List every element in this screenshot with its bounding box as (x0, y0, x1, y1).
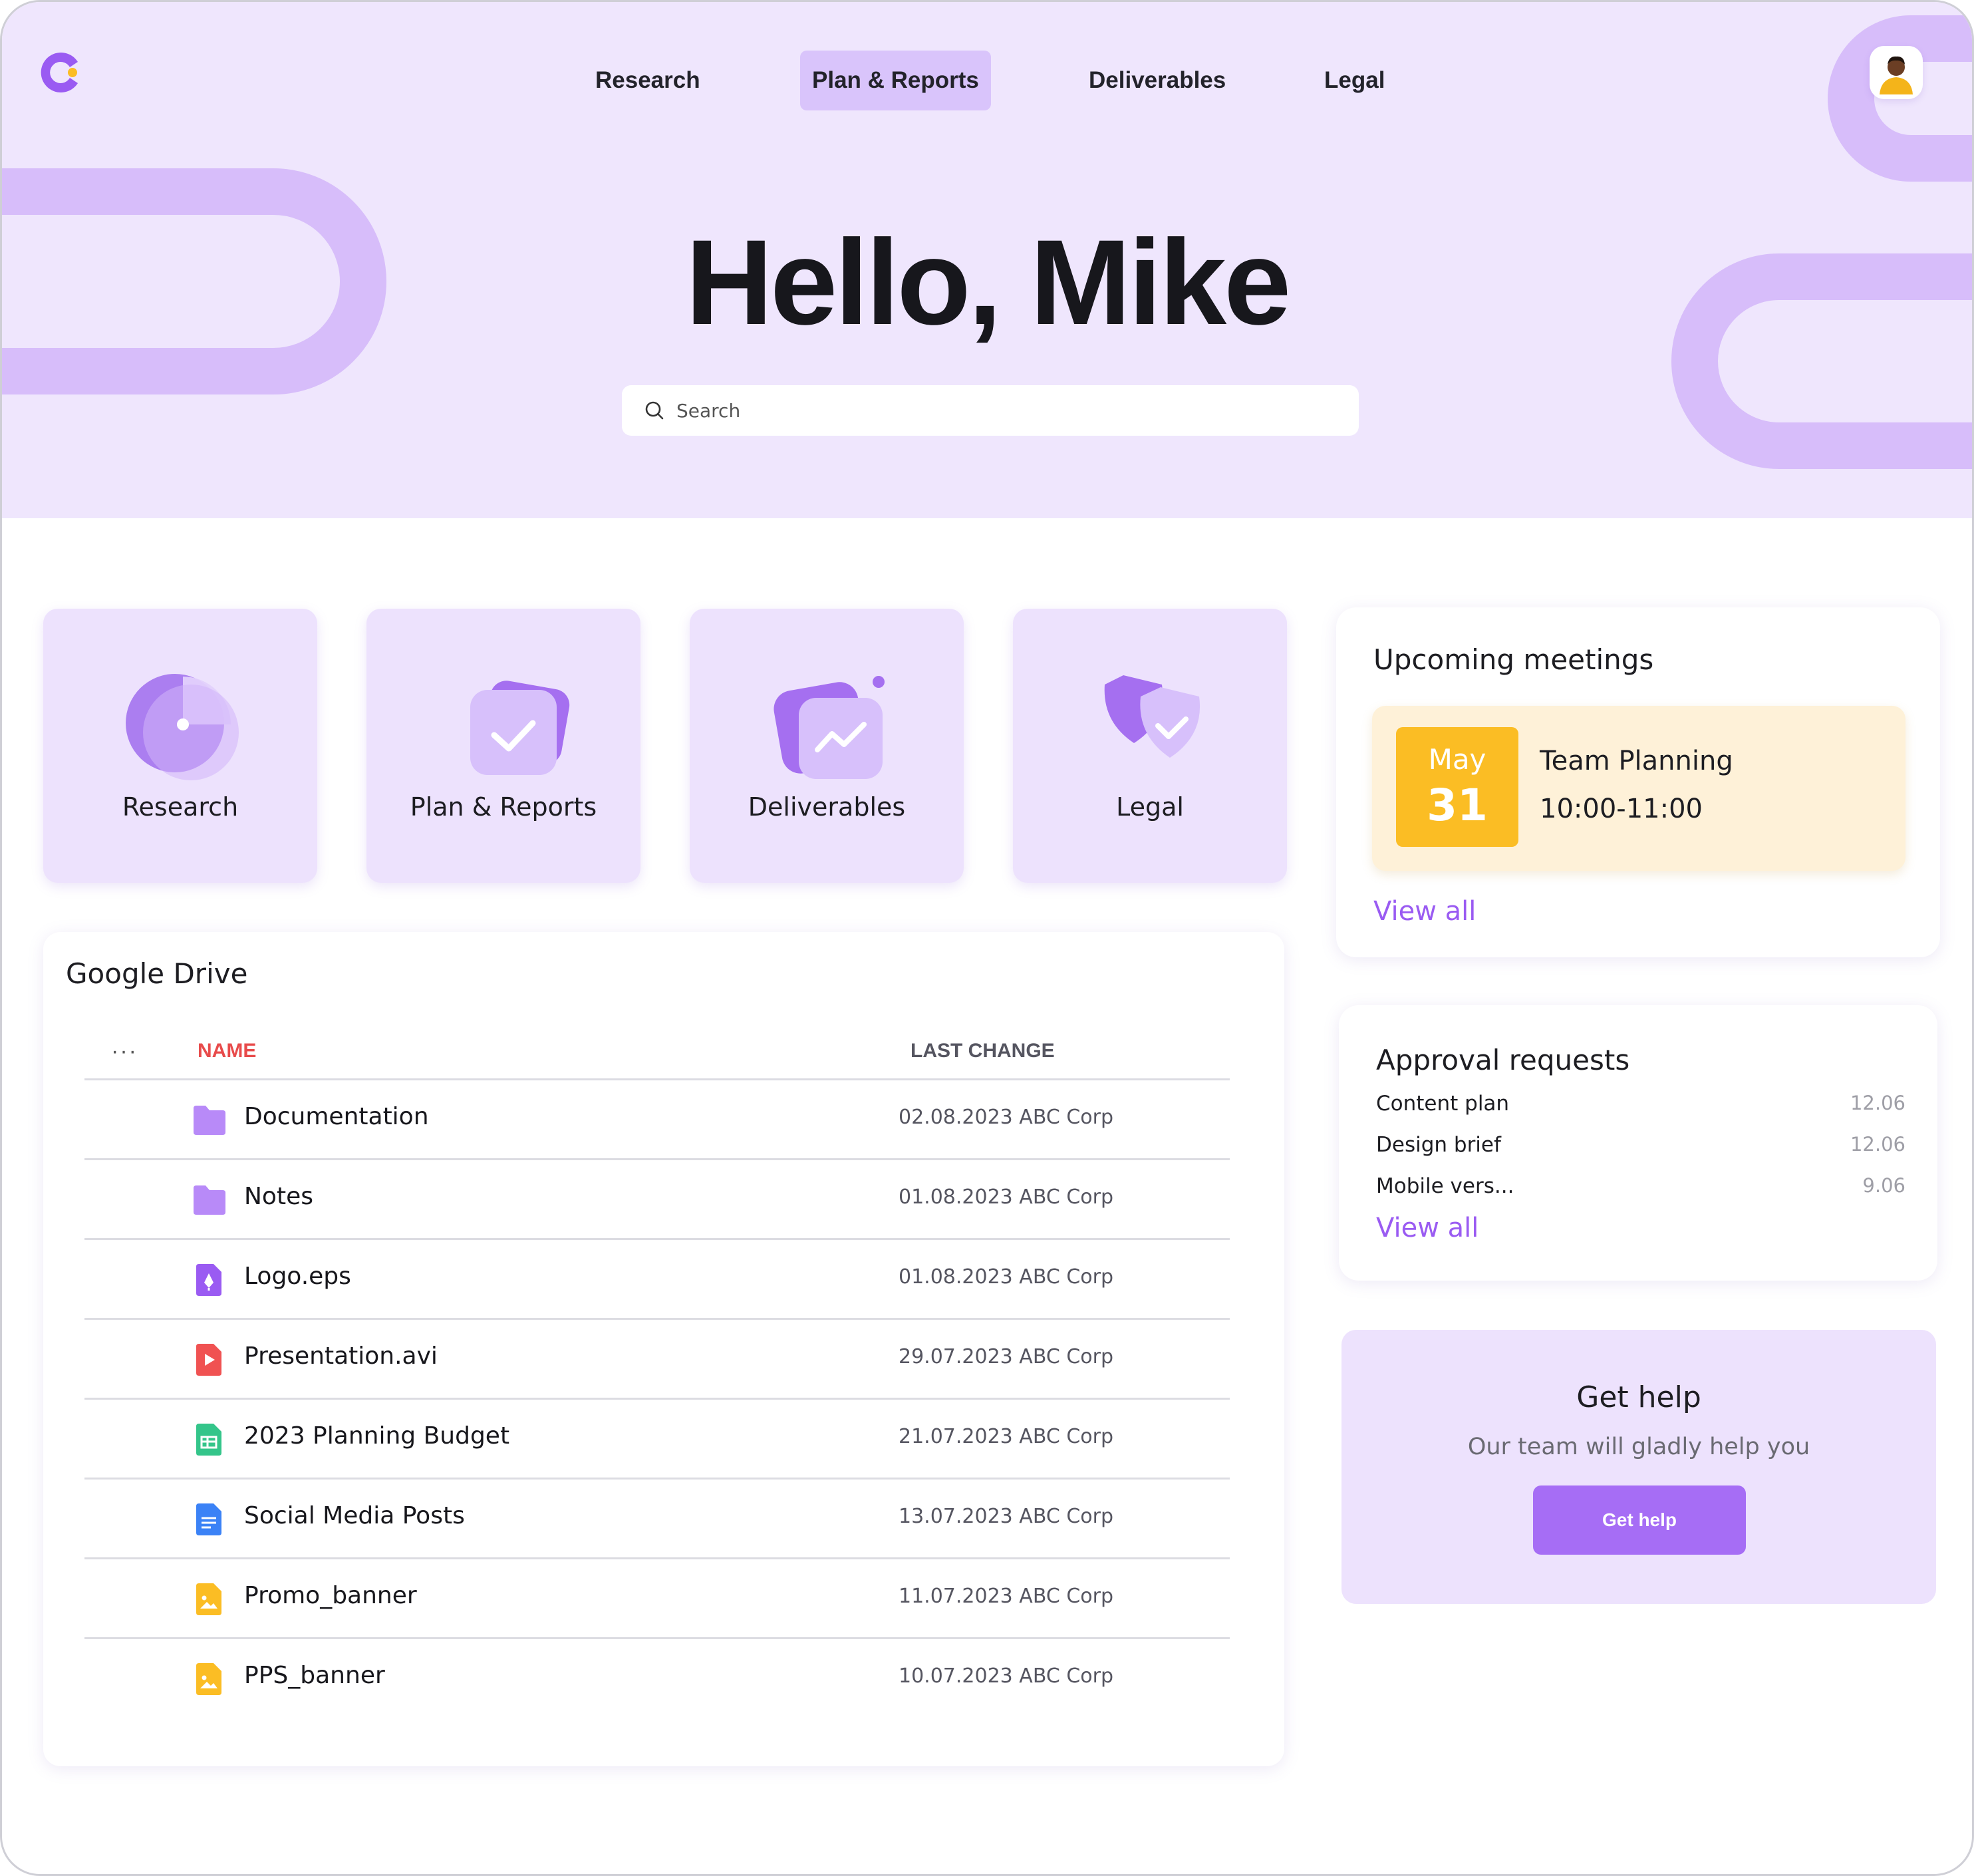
google-drive-panel: Google Drive ··· NAME LAST CHANGE Docume… (43, 932, 1284, 1766)
user-avatar-icon (1874, 51, 1918, 94)
get-help-button[interactable]: Get help (1533, 1485, 1746, 1555)
document-file-icon (196, 1503, 221, 1535)
image-file-icon (196, 1663, 221, 1695)
avatar[interactable] (1870, 46, 1923, 99)
nav-item-research[interactable]: Research (583, 51, 712, 110)
file-name: Promo_banner (244, 1582, 417, 1609)
panel-title: Upcoming meetings (1373, 643, 1654, 676)
vector-file-icon (196, 1264, 221, 1296)
category-label: Legal (1116, 792, 1184, 822)
search-icon (645, 401, 664, 420)
date-badge: May 31 (1396, 727, 1518, 847)
panel-title: Approval requests (1376, 1044, 1630, 1076)
folder-icon (194, 1106, 225, 1135)
top-nav: Research Plan & Reports Deliverables Leg… (2, 51, 1972, 110)
shield-check-icon (1104, 675, 1200, 758)
approval-item[interactable]: Content plan 12.06 (1376, 1092, 1905, 1125)
checklist-icon (470, 681, 570, 775)
file-name: Social Media Posts (244, 1502, 465, 1529)
nav-item-plan-reports[interactable]: Plan & Reports (800, 51, 991, 110)
table-row[interactable]: Notes 01.08.2023 ABC Corp (84, 1158, 1230, 1238)
file-name: PPS_banner (244, 1662, 385, 1689)
approval-name: Mobile vers... (1376, 1174, 1514, 1198)
meeting-month: May (1428, 743, 1486, 776)
view-all-approvals-link[interactable]: View all (1376, 1213, 1479, 1243)
category-label: Deliverables (748, 792, 906, 822)
file-last-change: 01.08.2023 ABC Corp (899, 1265, 1114, 1289)
approval-name: Design brief (1376, 1133, 1501, 1157)
meeting-day: 31 (1427, 780, 1488, 831)
file-name: 2023 Planning Budget (244, 1422, 510, 1450)
video-file-icon (196, 1344, 221, 1376)
approval-date: 9.06 (1862, 1174, 1905, 1197)
upcoming-meetings-panel: Upcoming meetings May 31 Team Planning 1… (1336, 607, 1940, 957)
search-input[interactable] (676, 399, 1275, 422)
file-last-change: 29.07.2023 ABC Corp (899, 1345, 1114, 1368)
column-header-last-change[interactable]: LAST CHANGE (911, 1040, 1055, 1062)
panel-title: Google Drive (66, 957, 248, 990)
table-row[interactable]: Presentation.avi 29.07.2023 ABC Corp (84, 1318, 1230, 1398)
get-help-panel: Get help Our team will gladly help you G… (1341, 1330, 1936, 1604)
page-title: Hello, Mike (685, 214, 1292, 350)
approval-item[interactable]: Mobile vers... 9.06 (1376, 1174, 1905, 1207)
file-name: Documentation (244, 1103, 429, 1130)
file-last-change: 21.07.2023 ABC Corp (899, 1425, 1114, 1448)
file-last-change: 11.07.2023 ABC Corp (899, 1585, 1114, 1608)
help-title: Get help (1576, 1380, 1701, 1414)
table-row[interactable]: Logo.eps 01.08.2023 ABC Corp (84, 1238, 1230, 1318)
category-card-research[interactable]: Research (43, 609, 317, 883)
category-label: Plan & Reports (410, 792, 597, 822)
table-row[interactable]: PPS_banner 10.07.2023 ABC Corp (84, 1637, 1230, 1717)
spreadsheet-file-icon (196, 1424, 221, 1456)
pie-chart-icon (126, 674, 239, 780)
table-row[interactable]: 2023 Planning Budget 21.07.2023 ABC Corp (84, 1398, 1230, 1478)
table-row[interactable]: Promo_banner 11.07.2023 ABC Corp (84, 1557, 1230, 1637)
view-all-meetings-link[interactable]: View all (1373, 896, 1476, 927)
category-card-legal[interactable]: Legal (1013, 609, 1287, 883)
nav-item-deliverables[interactable]: Deliverables (1077, 51, 1238, 110)
category-card-deliverables[interactable]: Deliverables (690, 609, 964, 883)
image-file-icon (196, 1583, 221, 1615)
approval-date: 12.06 (1850, 1133, 1905, 1156)
approval-date: 12.06 (1850, 1092, 1905, 1114)
table-row[interactable]: Social Media Posts 13.07.2023 ABC Corp (84, 1478, 1230, 1557)
meeting-title: Team Planning (1540, 746, 1733, 776)
category-card-plan-reports[interactable]: Plan & Reports (366, 609, 640, 883)
file-name: Logo.eps (244, 1263, 351, 1290)
approval-item[interactable]: Design brief 12.06 (1376, 1133, 1905, 1166)
nav-item-legal[interactable]: Legal (1312, 51, 1397, 110)
file-last-change: 02.08.2023 ABC Corp (899, 1106, 1114, 1129)
more-dots-icon[interactable]: ··· (111, 1038, 138, 1064)
help-subtitle: Our team will gladly help you (1467, 1434, 1810, 1460)
category-label: Research (122, 792, 239, 822)
file-name: Notes (244, 1183, 313, 1210)
trend-chart-icon (774, 676, 885, 779)
file-last-change: 13.07.2023 ABC Corp (899, 1505, 1114, 1528)
file-name: Presentation.avi (244, 1342, 438, 1370)
folder-icon (194, 1185, 225, 1215)
file-list: Documentation 02.08.2023 ABC Corp Notes … (84, 1078, 1230, 1717)
approval-name: Content plan (1376, 1092, 1510, 1116)
hero-banner: Research Plan & Reports Deliverables Leg… (2, 2, 1972, 518)
meeting-time: 10:00-11:00 (1540, 794, 1703, 824)
search-bar[interactable] (622, 385, 1359, 436)
table-row[interactable]: Documentation 02.08.2023 ABC Corp (84, 1078, 1230, 1158)
file-last-change: 01.08.2023 ABC Corp (899, 1185, 1114, 1209)
file-last-change: 10.07.2023 ABC Corp (899, 1664, 1114, 1688)
approval-requests-panel: Approval requests Content plan 12.06 Des… (1339, 1005, 1937, 1281)
column-header-name[interactable]: NAME (198, 1040, 256, 1062)
meeting-card[interactable]: May 31 Team Planning 10:00-11:00 (1372, 706, 1905, 871)
app-window: Research Plan & Reports Deliverables Leg… (0, 0, 1974, 1876)
